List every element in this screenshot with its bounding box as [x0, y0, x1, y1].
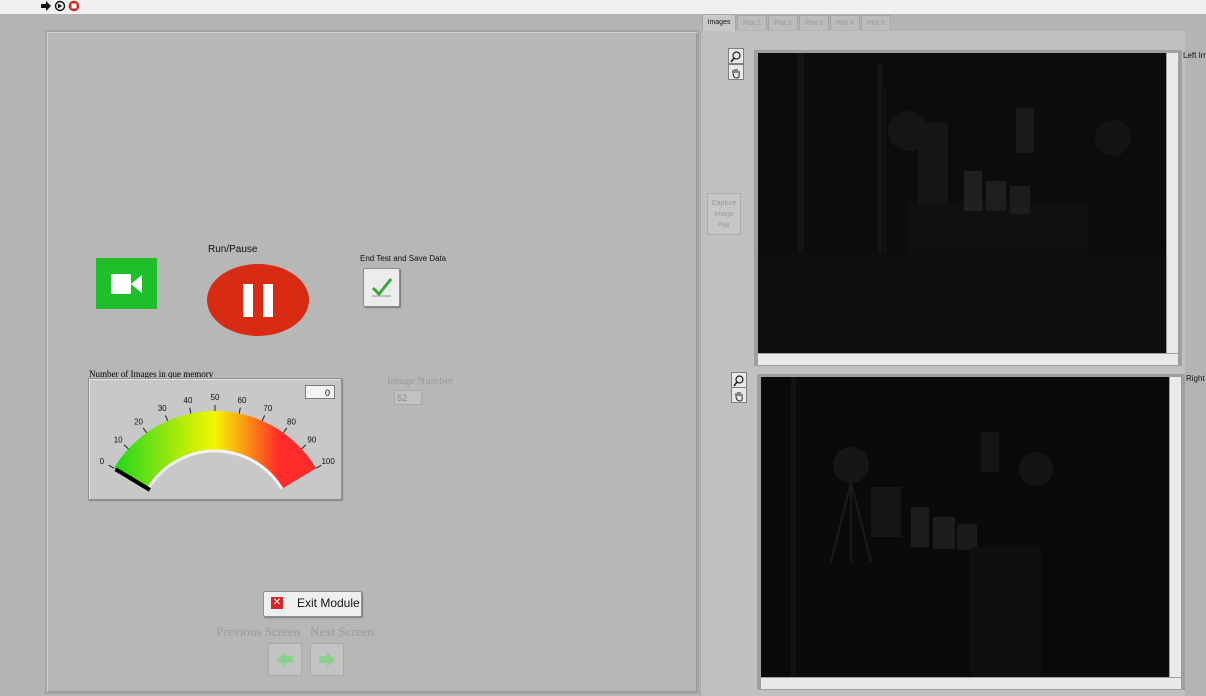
video-camera-icon [111, 274, 142, 294]
gauge-tick-label: 80 [287, 417, 296, 426]
left-arrow-icon [277, 652, 293, 667]
capture-label-line-3: Pair [717, 222, 731, 229]
run-pause-label: Run/Pause [208, 244, 258, 255]
gauge-tick [301, 444, 307, 450]
abort-icon[interactable] [68, 0, 80, 12]
right-camera-scene [761, 377, 1169, 677]
gauge-tick [189, 407, 192, 414]
capture-image-pair-button[interactable]: Capture Image Pair [707, 193, 741, 235]
gauge-tick-label: 90 [307, 435, 316, 444]
pause-icon [207, 264, 309, 336]
right-arrow-icon [319, 652, 335, 667]
tab-images[interactable]: Images [702, 14, 736, 31]
zoom-icon[interactable] [731, 372, 747, 388]
tab-plot-5[interactable]: Plot 5 [861, 15, 891, 30]
left-image-label: Left Im [1183, 51, 1206, 60]
image-number-value: 52 [394, 390, 422, 405]
image-number-label: Image Number [387, 375, 454, 387]
gauge-tick-label: 100 [321, 457, 335, 466]
tab-bar: Images Plot 1 Plot 2 Plot 3 Plot 4 Plot … [700, 14, 1206, 31]
gauge-tick [123, 444, 129, 450]
gauge-tick-label: 0 [100, 457, 105, 466]
gauge-tick-label: 30 [158, 404, 167, 413]
pan-hand-icon[interactable] [728, 64, 744, 80]
tab-plot-2[interactable]: Plot 2 [768, 15, 798, 30]
gauge-tick [164, 415, 169, 422]
tab-plot-4[interactable]: Plot 4 [830, 15, 860, 30]
tab-plot-1[interactable]: Plot 1 [737, 15, 767, 30]
gauge-tick [261, 415, 266, 422]
previous-screen-label: Previous Screen [216, 624, 301, 639]
gauge-dial: 0 10 20 30 40 50 60 70 80 90 100 [100, 393, 335, 492]
previous-screen-button[interactable] [268, 643, 302, 676]
end-test-label: End Test and Save Data [360, 254, 447, 263]
capture-label-line-2: Image [714, 211, 734, 218]
camera-button[interactable] [96, 258, 157, 309]
left-image-display[interactable] [758, 53, 1166, 353]
next-screen-label: Next Screen [310, 624, 374, 639]
run-continuous-icon[interactable] [54, 0, 66, 12]
checkmark-icon [371, 278, 393, 297]
control-panel [45, 30, 699, 694]
toolbar [0, 0, 1206, 14]
run-arrow-icon[interactable] [40, 0, 52, 12]
gauge-tick-label: 40 [184, 396, 193, 405]
next-screen-button[interactable] [310, 643, 344, 676]
gauge-tick [282, 427, 288, 434]
queue-memory-gauge: 0 10 20 30 40 50 60 70 80 90 100 [88, 378, 342, 500]
gauge-tick-label: 20 [134, 417, 143, 426]
pan-hand-icon[interactable] [731, 387, 747, 403]
exit-module-label: Exit Module [297, 596, 360, 610]
left-image-vertical-scrollbar[interactable] [1167, 53, 1178, 353]
right-image-vertical-scrollbar[interactable] [1170, 377, 1181, 677]
tab-plot-3[interactable]: Plot 3 [799, 15, 829, 30]
right-image-horizontal-scrollbar[interactable] [761, 678, 1181, 689]
gauge-tick [108, 464, 115, 469]
capture-label-line-1: Capture [711, 200, 737, 207]
left-camera-scene [758, 53, 1166, 353]
gauge-tick-label: 50 [211, 393, 220, 402]
end-test-save-button[interactable] [363, 268, 400, 307]
run-pause-button[interactable] [206, 263, 310, 337]
gauge-value: 0 [305, 385, 335, 399]
right-image-label: Right [1186, 374, 1205, 383]
gauge-tick-label: 60 [238, 396, 247, 405]
zoom-icon[interactable] [728, 48, 744, 64]
gauge-tick-label: 70 [263, 404, 272, 413]
right-image-display[interactable] [761, 377, 1169, 677]
gauge-tick-label: 10 [114, 435, 123, 444]
gauge-tick [238, 407, 241, 414]
close-x-icon: ✕ [271, 597, 283, 609]
exit-module-button[interactable]: ✕ Exit Module [263, 591, 362, 617]
left-image-horizontal-scrollbar[interactable] [758, 354, 1178, 365]
gauge-tick [142, 427, 148, 434]
